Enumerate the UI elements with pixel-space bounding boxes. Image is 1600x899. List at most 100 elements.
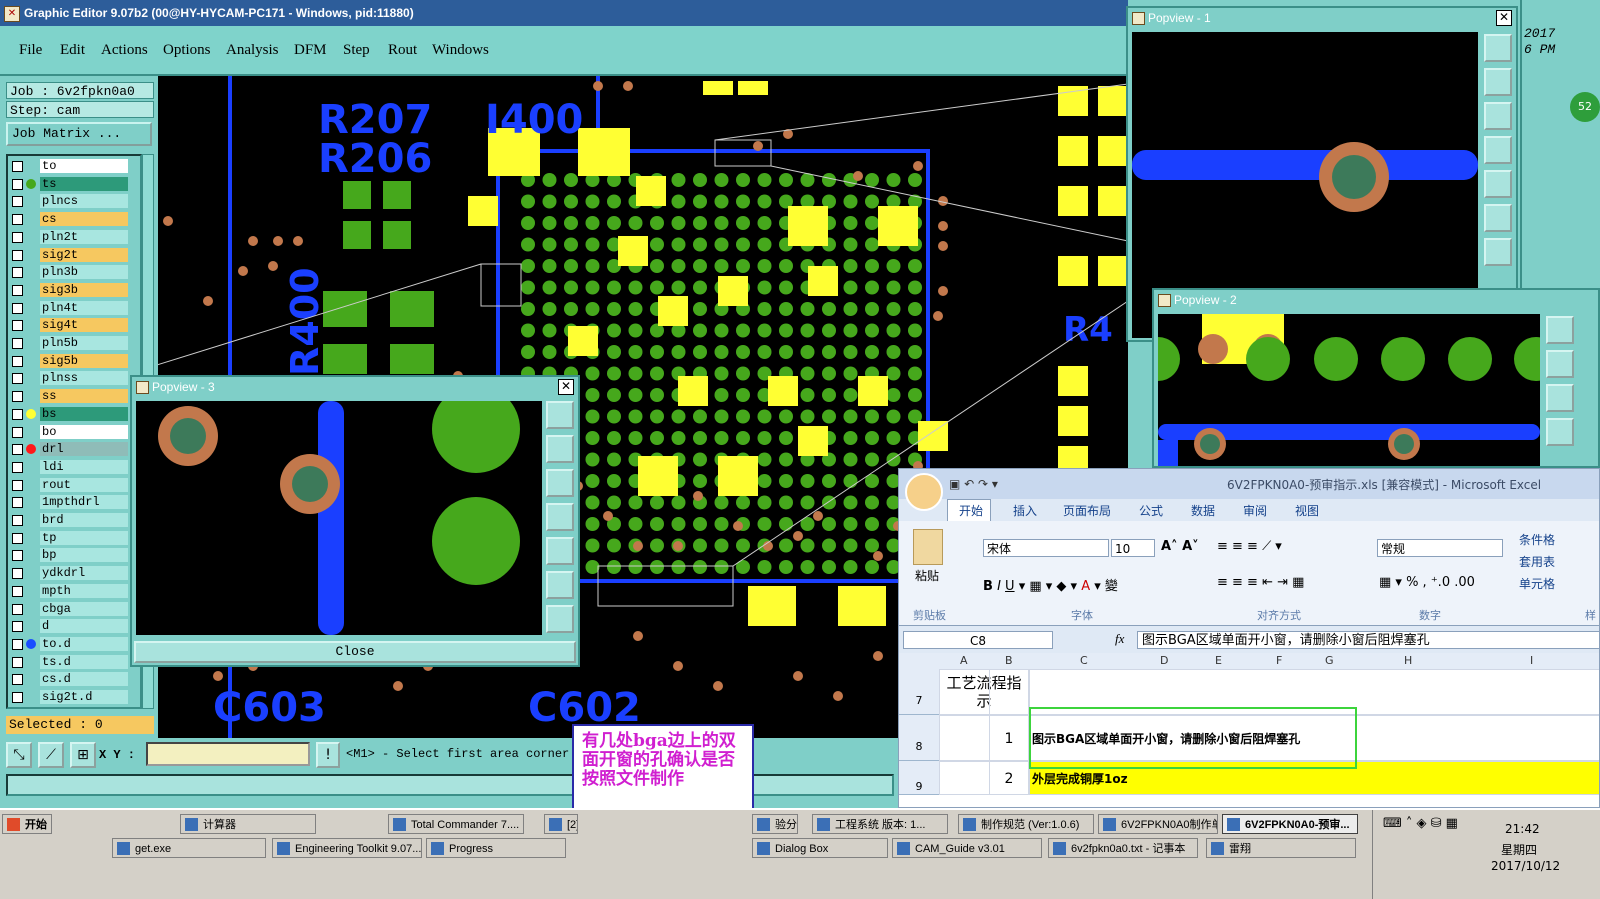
popview-tool-button[interactable] [1484,136,1512,164]
popview-tool-button[interactable] [1484,170,1512,198]
conditional-format-button[interactable]: 条件格 [1519,531,1555,548]
layer-row[interactable]: sig2t [10,247,128,262]
layer-row[interactable]: tp [10,530,128,545]
tab-page-layout[interactable]: 页面布局 [1063,502,1111,519]
popview-tool-button[interactable] [1546,316,1574,344]
start-button[interactable]: 开始 [2,814,52,834]
popview-tool-button[interactable] [546,401,574,429]
menu-edit[interactable]: Edit [60,42,85,59]
layer-row[interactable]: sig2t.d [10,690,128,704]
layer-row[interactable]: brd [10,513,128,527]
font-style-buttons[interactable]: B I U ▾ ▦ ▾ ◆ ▾ A ▾ 變 [983,575,1118,594]
popview-tool-button[interactable] [1484,34,1512,62]
font-name-select[interactable]: 宋体 [983,539,1109,557]
layer-row[interactable]: to [10,159,128,173]
tab-home[interactable]: 开始 [959,502,983,519]
align-top-icons[interactable]: ≡ ≡ ≡ ⟋ ▾ [1217,539,1282,554]
layer-checkbox[interactable] [12,692,23,703]
row-header[interactable]: 7 [899,669,939,715]
layer-checkbox[interactable] [12,532,23,544]
layer-checkbox[interactable] [12,621,23,633]
column-header[interactable]: G [1325,654,1334,667]
popview-tool-button[interactable] [1484,204,1512,232]
layer-row[interactable]: bp [10,548,128,563]
layer-row[interactable]: pln2t [10,229,128,244]
layer-checkbox[interactable] [12,320,23,332]
job-matrix-button[interactable]: Job Matrix ... [6,122,152,146]
format-as-table-button[interactable]: 套用表 [1519,553,1555,570]
column-header[interactable]: F [1276,654,1282,667]
popview-tool-button[interactable] [1546,418,1574,446]
layer-row[interactable]: pln4t [10,300,128,315]
align-left-icons[interactable]: ≡ ≡ ≡ ⇤ ⇥ ▦ [1217,575,1304,590]
formula-bar[interactable]: 图示BGA区域单面开小窗，请删除小窗后阻焊塞孔 [1137,631,1599,649]
taskbar-button[interactable]: 验分公... [752,814,798,834]
layer-checkbox[interactable] [12,391,23,403]
layer-checkbox[interactable] [12,568,23,580]
layer-row[interactable]: pln5b [10,336,128,350]
taskbar-button[interactable]: Engineering Toolkit 9.07... [272,838,422,858]
column-header[interactable]: B [1005,654,1013,667]
snap-tool-button[interactable]: ⊞ [70,742,96,768]
tray-icons[interactable]: ⌨ ˄ ◈ ⛁ ▦ [1383,816,1458,831]
layer-row[interactable]: mpth [10,583,128,598]
popview-tool-button[interactable] [1484,102,1512,130]
layer-checkbox[interactable] [12,214,23,226]
number-format-icons[interactable]: ▦ ▾ % , ⁺.0 .00 [1379,575,1475,590]
close-icon[interactable]: ✕ [558,379,574,395]
alert-icon[interactable]: ! [316,742,340,768]
popview-tool-button[interactable] [546,605,574,633]
row-header[interactable]: 8 [899,715,939,761]
taskbar-button[interactable]: Dialog Box [752,838,888,858]
layer-row[interactable]: drl [10,442,128,457]
excel-window[interactable]: ▣ ↶ ↷ ▾ 6V2FPKN0A0-预审指示.xls [兼容模式] - Mic… [898,468,1600,808]
menu-windows[interactable]: Windows [432,42,489,59]
layer-checkbox[interactable] [12,408,23,420]
layer-row[interactable]: sig4t [10,318,128,333]
column-header[interactable]: D [1160,654,1168,667]
layer-checkbox[interactable] [12,338,23,349]
cell-b[interactable]: 2 [989,761,1029,795]
layer-checkbox[interactable] [12,178,23,190]
popview-3-window[interactable]: Popview - 3 ✕ Close [130,375,580,667]
zoom-tool-button[interactable]: ⤡ [6,742,32,768]
layer-checkbox[interactable] [12,355,23,367]
menu-file[interactable]: File [19,42,42,59]
layer-checkbox[interactable] [12,284,23,296]
taskbar-button[interactable]: get.exe [112,838,266,858]
layer-checkbox[interactable] [12,497,23,509]
layer-row[interactable]: ts [10,176,128,191]
cell-styles-button[interactable]: 单元格 [1519,575,1555,592]
layer-row[interactable]: d [10,619,128,634]
menu-rout[interactable]: Rout [388,42,417,59]
layer-checkbox[interactable] [12,373,23,385]
tab-data[interactable]: 数据 [1191,502,1215,519]
close-icon[interactable]: ✕ [1496,10,1512,26]
layer-row[interactable]: sig3b [10,282,128,297]
layer-checkbox[interactable] [12,302,23,314]
layer-checkbox[interactable] [12,444,23,456]
font-size-select[interactable]: 10 [1111,539,1155,557]
tab-insert[interactable]: 插入 [1013,502,1037,519]
layer-row[interactable]: bs [10,406,128,421]
layer-checkbox[interactable] [12,638,23,650]
taskbar-button[interactable]: 制作规范 (Ver:1.0.6) [958,814,1094,834]
column-header[interactable]: C [1080,654,1088,667]
layer-row[interactable]: ts.d [10,654,128,669]
popview-2-window[interactable]: Popview - 2 [1152,288,1600,468]
grow-font-icon[interactable]: A˄ A˅ [1161,539,1199,554]
taskbar-button[interactable]: 工程系统 版本: 1... [812,814,948,834]
row-header[interactable]: 9 [899,761,939,795]
taskbar-button[interactable]: Total Commander 7.... [388,814,524,834]
taskbar-button[interactable]: 6V2FPKN0A0制作单... [1098,814,1218,834]
popview-tool-button[interactable] [546,503,574,531]
xy-input[interactable] [146,742,310,766]
cell-b[interactable] [989,669,1029,715]
layer-checkbox[interactable] [12,231,23,243]
tab-review[interactable]: 审阅 [1243,502,1267,519]
layer-row[interactable]: rout [10,477,128,492]
column-header[interactable]: E [1215,654,1222,667]
layer-checkbox[interactable] [12,515,23,526]
layer-checkbox[interactable] [12,267,23,279]
menu-options[interactable]: Options [163,42,211,59]
